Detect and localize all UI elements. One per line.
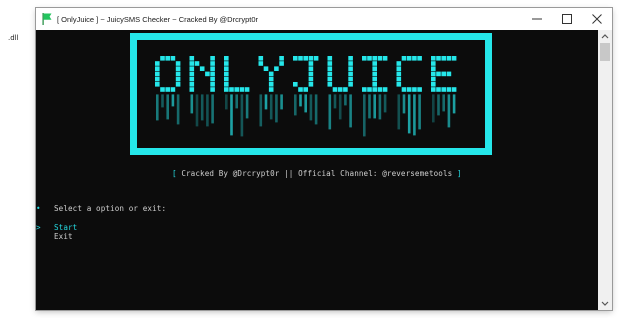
credit-text: Cracked By @Drcrypt0r || Official Channe… — [176, 169, 457, 178]
banner-letter-n — [189, 56, 215, 127]
scroll-up-button[interactable] — [598, 30, 612, 42]
chevron-up-icon — [601, 34, 609, 39]
credit-bracket-close: ] — [456, 169, 462, 178]
app-flag-icon — [42, 13, 52, 25]
scroll-down-button[interactable] — [598, 298, 612, 310]
ascii-banner-art — [155, 56, 457, 137]
chevron-down-icon — [601, 301, 609, 306]
banner-letter-y — [258, 56, 284, 127]
banner-letter-i — [362, 56, 388, 137]
banner-letter-c — [396, 56, 422, 136]
title-bar[interactable]: [ OnlyJuice ] ~ JuicySMS Checker ~ Crack… — [36, 8, 612, 30]
maximize-icon — [562, 14, 572, 24]
prompt-text: Select a option or exit: — [54, 204, 167, 213]
menu-option-exit[interactable]: Exit — [54, 232, 73, 241]
desktop-file-label[interactable]: .dll — [8, 34, 19, 42]
minimize-button[interactable] — [522, 8, 552, 30]
banner-letter-o — [155, 56, 181, 125]
menu-option-start[interactable]: Start — [54, 223, 77, 232]
credit-line: [ Cracked By @Drcrypt0r || Official Chan… — [172, 169, 462, 178]
banner-letter-e — [431, 56, 457, 128]
vertical-scrollbar[interactable] — [598, 30, 612, 310]
console-output[interactable]: [ Cracked By @Drcrypt0r || Official Chan… — [36, 30, 598, 310]
maximize-button[interactable] — [552, 8, 582, 30]
scrollbar-thumb[interactable] — [600, 43, 610, 61]
ascii-banner-frame — [130, 33, 492, 155]
banner-letter-l — [224, 56, 250, 137]
close-icon — [592, 14, 602, 24]
minimize-icon — [532, 18, 542, 20]
menu-cursor-icon: > — [36, 223, 41, 232]
console-window: [ OnlyJuice ] ~ JuicySMS Checker ~ Crack… — [36, 8, 612, 310]
prompt-bullet-icon: • — [36, 204, 41, 213]
banner-letter-u — [327, 56, 353, 130]
close-button[interactable] — [582, 8, 612, 30]
window-title: [ OnlyJuice ] ~ JuicySMS Checker ~ Crack… — [57, 14, 259, 24]
banner-letter-j — [293, 56, 319, 125]
